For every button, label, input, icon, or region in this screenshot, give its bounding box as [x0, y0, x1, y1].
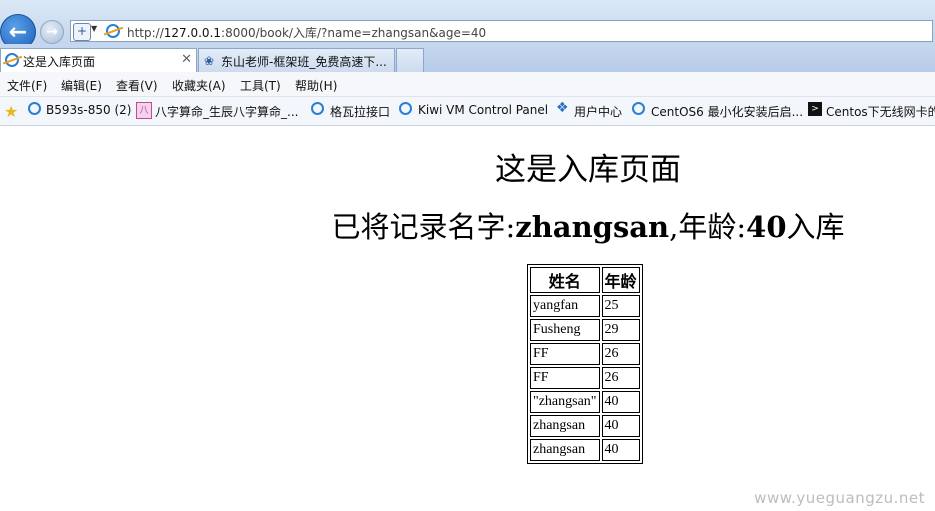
navigation-bar: ← → + ▼ http://127.0.0.1:8000/book/入库/?n… [0, 0, 935, 50]
ie-icon [632, 102, 645, 115]
menu-bar: 文件(F) 编辑(E) 查看(V) 收藏夹(A) 工具(T) 帮助(H) [0, 72, 935, 97]
cell-name: yangfan [530, 295, 600, 317]
address-url[interactable]: http://127.0.0.1:8000/book/入库/?name=zhan… [127, 24, 486, 41]
baidu-icon: ❀ [204, 54, 215, 68]
favorite-item[interactable]: B593s-850 (2) [46, 103, 131, 117]
ie-icon [28, 102, 41, 115]
cell-name: FF [530, 343, 600, 365]
table-row: Fusheng 29 [530, 319, 640, 341]
ie-icon [311, 102, 324, 115]
cell-name: zhangsan [530, 415, 600, 437]
header-name: 姓名 [530, 267, 600, 293]
url-prefix: http:// [127, 26, 164, 40]
watermark: www.yueguangzu.net [754, 489, 925, 507]
menu-file[interactable]: 文件(F) [7, 77, 47, 94]
cell-age: 40 [601, 415, 640, 437]
table-row: FF 26 [530, 343, 640, 365]
tab-label: 东山老师-框架班_免费高速下... [221, 55, 387, 69]
table-row: zhangsan 40 [530, 439, 640, 461]
url-host: 127.0.0.1 [163, 26, 222, 40]
bazi-icon: 八 [136, 102, 152, 119]
add-favorite-button[interactable]: + [73, 23, 91, 41]
table-row: FF 26 [530, 367, 640, 389]
favorite-item[interactable]: CentOS6 最小化安装后启... [651, 103, 803, 120]
favorite-item[interactable]: Kiwi VM Control Panel [418, 103, 548, 117]
menu-favorites[interactable]: 收藏夹(A) [172, 77, 226, 94]
ie-icon [5, 53, 19, 67]
cell-age: 26 [601, 343, 640, 365]
msg-suffix: 入库 [786, 210, 845, 244]
forward-button[interactable]: → [40, 20, 64, 44]
forward-arrow-icon: → [46, 24, 58, 40]
ie-icon [106, 24, 120, 38]
tab-inactive[interactable]: ❀ 东山老师-框架班_免费高速下... [198, 48, 395, 72]
msg-name: zhangsan [515, 210, 670, 244]
page-title: 这是入库页面 [495, 152, 681, 188]
tab-active[interactable]: 这是入库页面 ✕ [0, 48, 197, 72]
cell-age: 29 [601, 319, 640, 341]
menu-view[interactable]: 查看(V) [116, 77, 158, 94]
msg-mid: ,年龄: [669, 210, 747, 244]
back-arrow-icon: ← [8, 19, 28, 45]
tab-label: 这是入库页面 [23, 55, 96, 69]
table-row: zhangsan 40 [530, 415, 640, 437]
new-tab-button[interactable] [396, 48, 424, 72]
cell-age: 25 [601, 295, 640, 317]
favorite-item[interactable]: 格瓦拉接口 [330, 103, 390, 120]
header-age: 年龄 [601, 267, 640, 293]
cell-age: 40 [601, 391, 640, 413]
favorites-bar: ★ B593s-850 (2) 八 八字算命_生辰八字算命_... 格瓦拉接口 … [0, 97, 935, 126]
favorite-item[interactable]: 用户中心 [574, 103, 622, 120]
address-bar[interactable]: + ▼ http://127.0.0.1:8000/book/入库/?name=… [70, 20, 933, 42]
close-icon[interactable]: ✕ [181, 52, 192, 67]
table-row: "zhangsan" 40 [530, 391, 640, 413]
url-rest: :8000/book/入库/?name=zhangsan&age=40 [221, 26, 487, 40]
table-row: yangfan 25 [530, 295, 640, 317]
result-message: 已将记录名字:zhangsan,年龄:40入库 [0, 204, 935, 246]
favorite-item[interactable]: 八字算命_生辰八字算命_... [155, 103, 298, 120]
menu-edit[interactable]: 编辑(E) [61, 77, 102, 94]
cell-age: 26 [601, 367, 640, 389]
terminal-icon: > [808, 102, 822, 116]
menu-help[interactable]: 帮助(H) [295, 77, 337, 94]
page-content: 这是入库页面 已将记录名字:zhangsan,年龄:40入库 姓名 年龄 yan… [0, 126, 935, 511]
cell-name: zhangsan [530, 439, 600, 461]
star-icon[interactable]: ★ [4, 102, 18, 121]
cell-name: FF [530, 367, 600, 389]
table-header-row: 姓名 年龄 [530, 267, 640, 293]
cell-name: "zhangsan" [530, 391, 600, 413]
msg-prefix: 已将记录名字: [331, 210, 516, 244]
msg-age: 40 [746, 210, 787, 244]
tab-bar: 这是入库页面 ✕ ❀ 东山老师-框架班_免费高速下... [0, 44, 935, 73]
chevron-down-icon[interactable]: ▼ [91, 24, 97, 33]
favorite-item[interactable]: Centos下无线网卡的 [826, 103, 935, 120]
menu-tools[interactable]: 工具(T) [240, 77, 281, 94]
records-table: 姓名 年龄 yangfan 25 Fusheng 29 FF 26 FF 26 "zha… [527, 264, 643, 464]
ie-icon [399, 102, 412, 115]
cell-age: 40 [601, 439, 640, 461]
cell-name: Fusheng [530, 319, 600, 341]
browser-chrome: ← → + ▼ http://127.0.0.1:8000/book/入库/?n… [0, 0, 935, 126]
puzzle-icon: ❖ [556, 100, 569, 116]
